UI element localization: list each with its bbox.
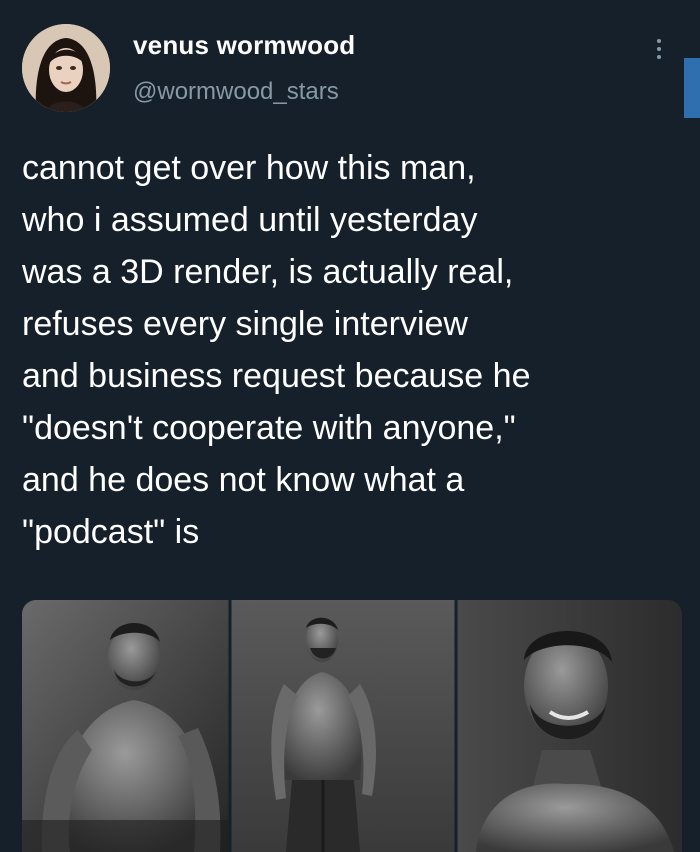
media-photos [22, 600, 682, 852]
photo-seated-man[interactable] [22, 600, 230, 852]
photo-standing-man[interactable] [230, 600, 456, 852]
avatar[interactable] [22, 24, 110, 112]
tweet-media-grid[interactable] [22, 600, 682, 852]
display-name[interactable]: venus wormwood [133, 30, 355, 61]
more-vertical-icon[interactable] [651, 36, 667, 62]
photo-smiling-man[interactable] [456, 600, 682, 852]
tweet-card: venus wormwood @wormwood_stars cannot ge… [0, 0, 700, 852]
avatar-image [22, 24, 110, 112]
scrollbar-edge [684, 58, 700, 118]
user-handle[interactable]: @wormwood_stars [133, 78, 339, 106]
tweet-text: cannot get over how this man, who i assu… [22, 149, 531, 551]
